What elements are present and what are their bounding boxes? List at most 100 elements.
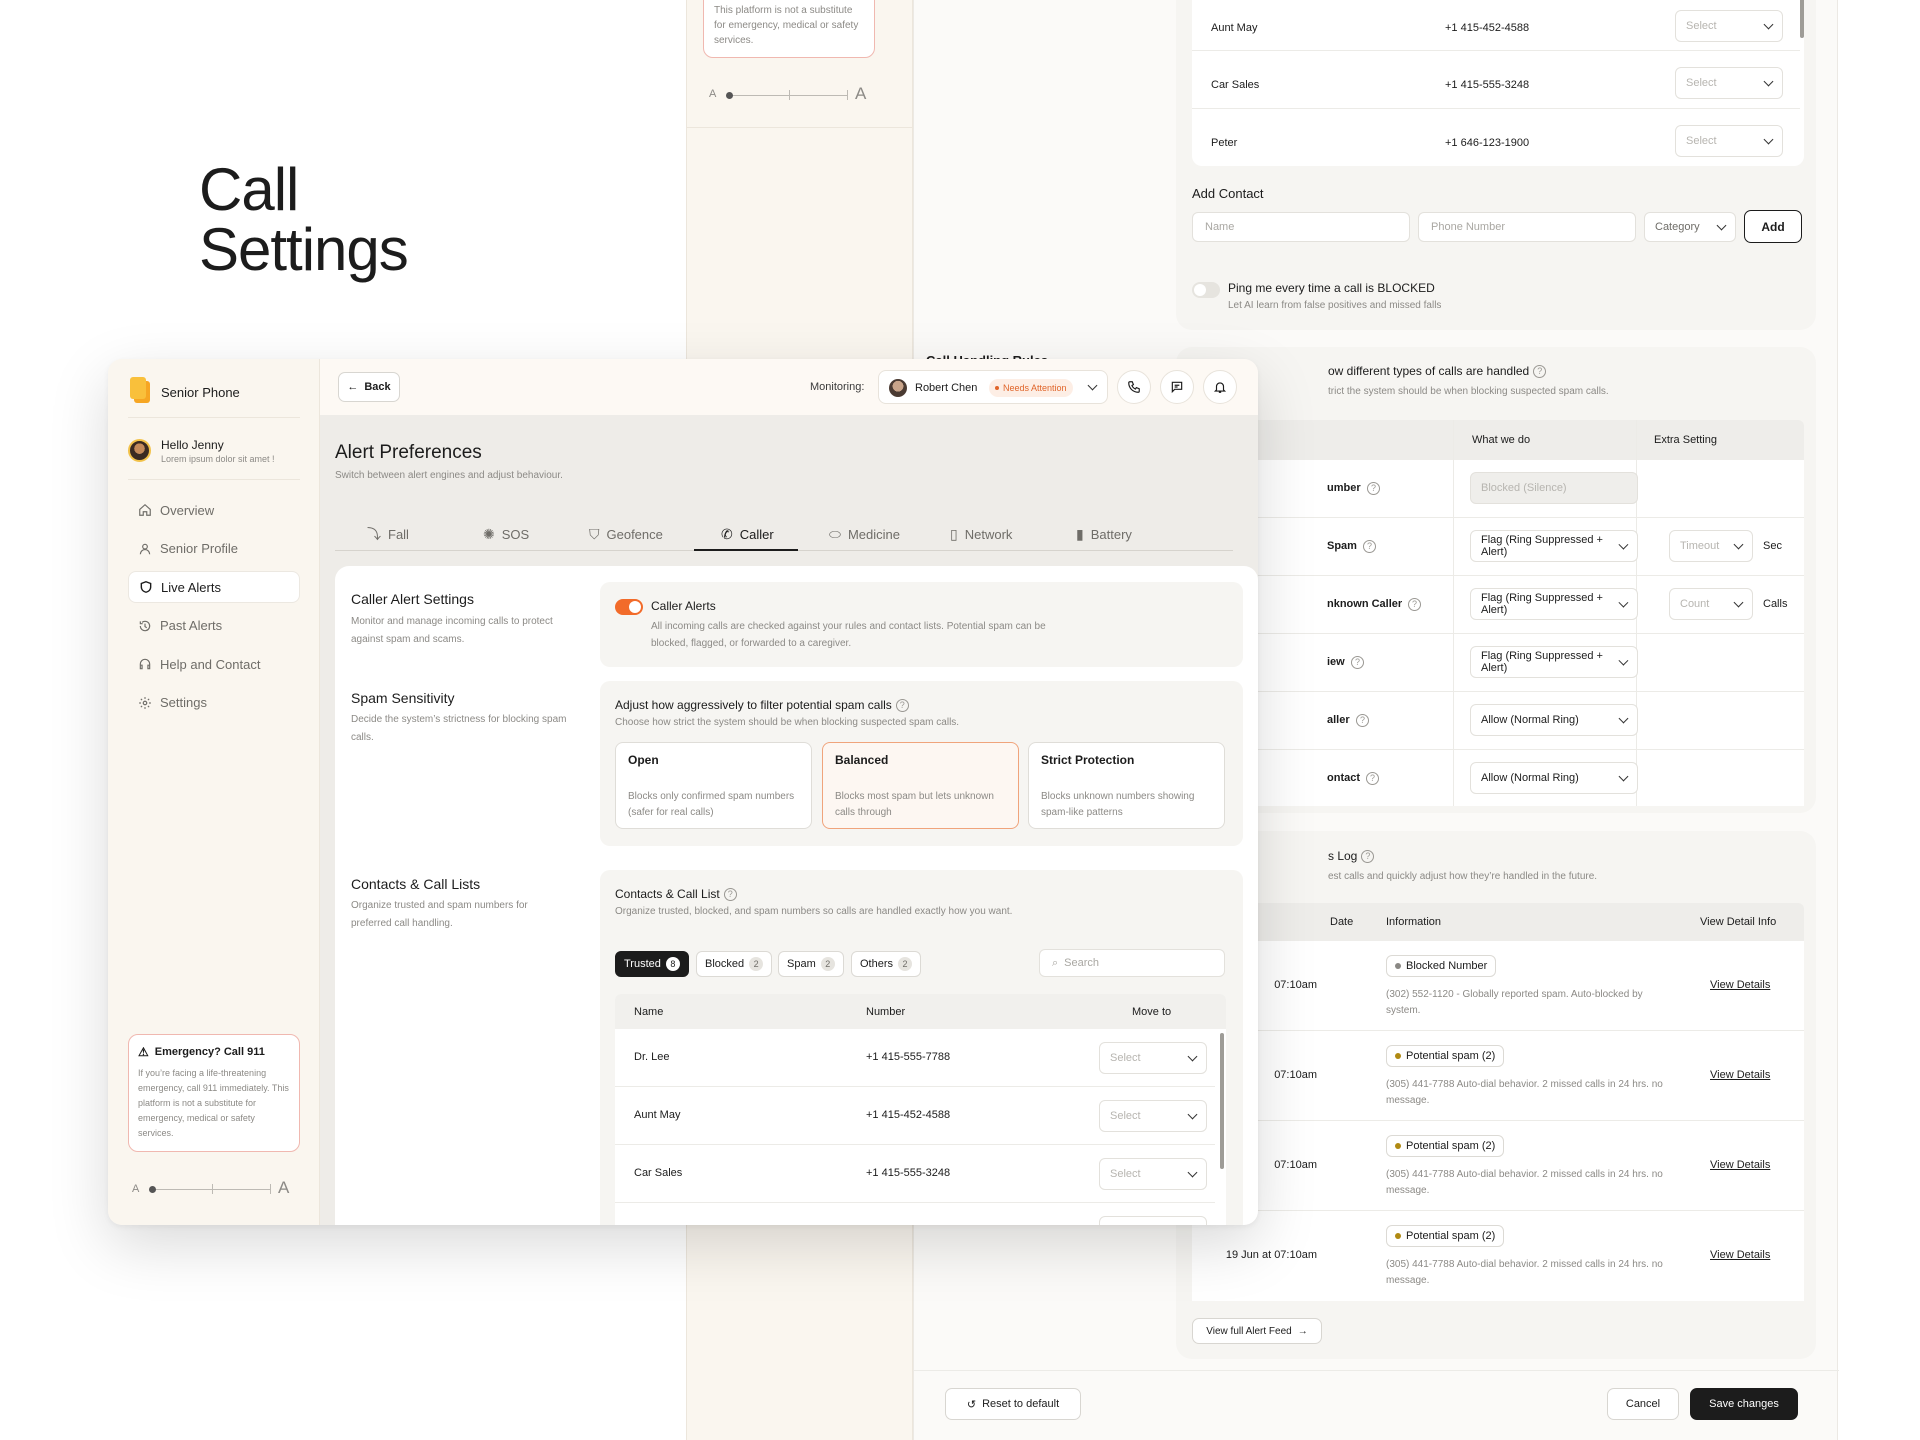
- call-action-select[interactable]: Allow (Normal Ring): [1470, 762, 1638, 794]
- view-details-link[interactable]: View Details: [1710, 1069, 1770, 1081]
- sidebar-item-overview[interactable]: Overview: [128, 494, 300, 526]
- contact-row: Peter +1 646-123-1900 Select: [1192, 115, 1804, 172]
- help-icon[interactable]: ?: [1533, 365, 1547, 379]
- user-icon: [138, 542, 152, 556]
- filter-trusted[interactable]: Trusted 8: [615, 951, 689, 977]
- call-action-select[interactable]: Allow (Normal Ring): [1470, 704, 1638, 736]
- history-icon: [138, 619, 152, 633]
- help-icon[interactable]: ?: [1356, 714, 1369, 727]
- count-badge: 2: [898, 957, 913, 971]
- rule-row: ontact? Allow (Normal Ring): [1192, 750, 1804, 808]
- move-to-select[interactable]: Select: [1099, 1042, 1207, 1074]
- filter-others[interactable]: Others 2: [851, 951, 922, 977]
- help-icon[interactable]: ?: [1361, 850, 1375, 864]
- help-icon[interactable]: ?: [895, 699, 909, 713]
- caller-settings-title: Caller Alert Settings: [351, 591, 474, 607]
- move-to-select[interactable]: Select: [1675, 125, 1783, 157]
- font-size-slider[interactable]: A A: [132, 1178, 292, 1200]
- reset-to-default-button[interactable]: ↺ Reset to default: [945, 1388, 1081, 1420]
- help-icon[interactable]: ?: [1351, 656, 1364, 669]
- phone-number-input[interactable]: Phone Number: [1418, 212, 1636, 242]
- sidebar-item-live-alerts[interactable]: Live Alerts: [128, 571, 300, 603]
- tab-geofence[interactable]: ⛉ Geofence: [589, 516, 663, 552]
- view-details-link[interactable]: View Details: [1710, 1249, 1770, 1261]
- hero-title: Call Settings: [199, 156, 409, 283]
- move-to-select[interactable]: [1099, 1216, 1207, 1225]
- spam-level-option[interactable]: Open Blocks only confirmed spam numbers (…: [615, 742, 812, 829]
- add-contact-button[interactable]: Add: [1744, 210, 1802, 243]
- tab-medicine[interactable]: ⬭ Medicine: [829, 516, 900, 552]
- font-size-slider[interactable]: A A: [709, 84, 869, 106]
- log-badge: Potential spam (2): [1386, 1225, 1505, 1247]
- sidebar-item-senior-profile[interactable]: Senior Profile: [128, 533, 300, 565]
- notifications-button[interactable]: [1203, 370, 1237, 404]
- sidebar-item-past-alerts[interactable]: Past Alerts: [128, 610, 300, 642]
- spam-level-option[interactable]: Balanced Blocks most spam but lets unknow…: [822, 742, 1019, 829]
- help-icon[interactable]: ?: [723, 888, 737, 902]
- spam-desc: Decide the system’s strictness for block…: [351, 714, 567, 743]
- search-icon: ⌕: [1052, 956, 1059, 969]
- home-icon: [138, 503, 152, 517]
- help-icon[interactable]: ?: [1363, 540, 1376, 553]
- tab-network[interactable]: ▯ Network: [950, 516, 1012, 552]
- view-details-link[interactable]: View Details: [1710, 979, 1770, 991]
- monitoring-select[interactable]: Robert Chen Needs Attention: [878, 370, 1108, 404]
- category-select[interactable]: Category: [1644, 212, 1736, 242]
- move-to-select[interactable]: Select: [1675, 10, 1783, 42]
- extra-setting-select[interactable]: Count: [1669, 588, 1753, 620]
- save-changes-button[interactable]: Save changes: [1690, 1388, 1798, 1420]
- geofence-shield-icon: ⛉: [589, 525, 600, 542]
- log-row: 07:10am Potential spam (2) (305) 441-7788 …: [1192, 1031, 1804, 1121]
- search-input[interactable]: ⌕ Search: [1039, 949, 1225, 977]
- filter-spam[interactable]: Spam 2: [778, 951, 844, 977]
- rule-row: Spam? Flag (Ring Suppressed + Alert) Timeo…: [1192, 518, 1804, 576]
- log-badge: Potential spam (2): [1386, 1045, 1505, 1067]
- ping-blocked-toggle[interactable]: [1192, 282, 1220, 298]
- call-action-select[interactable]: Flag (Ring Suppressed + Alert): [1470, 530, 1638, 562]
- extra-setting-select[interactable]: Timeout: [1669, 530, 1753, 562]
- siren-icon: ✺: [483, 525, 495, 542]
- tab-caller[interactable]: ✆ Caller: [721, 516, 774, 552]
- move-to-select[interactable]: Select: [1675, 67, 1783, 99]
- tab-fall[interactable]: ⤵ Fall: [367, 516, 409, 552]
- bell-icon: [1213, 382, 1227, 393]
- log-badge: Potential spam (2): [1386, 1135, 1505, 1157]
- name-input[interactable]: Name: [1192, 212, 1410, 242]
- chevron-down-icon: [1187, 1109, 1198, 1119]
- move-to-select[interactable]: Select: [1099, 1100, 1207, 1132]
- contacts-scrollbar[interactable]: [1220, 1033, 1224, 1169]
- chevron-down-icon: [1733, 539, 1744, 549]
- help-icon[interactable]: ?: [1366, 772, 1379, 785]
- rule-row: nknown Caller? Flag (Ring Suppressed + Al…: [1192, 576, 1804, 634]
- page-subtitle: Switch between alert engines and adjust …: [335, 470, 563, 481]
- arrow-left-icon: ←: [347, 381, 359, 393]
- view-details-link[interactable]: View Details: [1710, 1159, 1770, 1171]
- cancel-button[interactable]: Cancel: [1607, 1388, 1679, 1420]
- rule-row: umber? Blocked (Silence): [1192, 460, 1804, 518]
- tab-battery[interactable]: ▮ Battery: [1076, 516, 1132, 552]
- help-icon[interactable]: ?: [1367, 482, 1380, 495]
- avatar: [128, 439, 151, 462]
- log-row: 07:10am Blocked Number (302) 552-1120 - Gl…: [1192, 941, 1804, 1031]
- message-button[interactable]: [1160, 370, 1194, 404]
- back-button[interactable]: ← Back: [338, 372, 400, 402]
- filter-blocked[interactable]: Blocked 2: [696, 951, 773, 977]
- tab-sos[interactable]: ✺ SOS: [483, 516, 529, 552]
- user-sub: Lorem ipsum dolor sit amet !: [161, 454, 275, 464]
- call-action-select[interactable]: Flag (Ring Suppressed + Alert): [1470, 646, 1638, 678]
- phone-button[interactable]: [1117, 370, 1151, 404]
- sidebar-item-help-and-contact[interactable]: Help and Contact: [128, 648, 300, 680]
- call-action-select[interactable]: Flag (Ring Suppressed + Alert): [1470, 588, 1638, 620]
- move-to-select[interactable]: Select: [1099, 1158, 1207, 1190]
- spam-level-option[interactable]: Strict Protection Blocks unknown numbers …: [1028, 742, 1225, 829]
- chevron-down-icon: [1618, 771, 1629, 781]
- caller-alerts-toggle[interactable]: [615, 599, 643, 615]
- sidebar-item-settings[interactable]: Settings: [128, 687, 300, 719]
- device-icon: ▯: [950, 525, 958, 542]
- arrow-right-icon: →: [1297, 1325, 1308, 1337]
- help-icon[interactable]: ?: [1408, 598, 1421, 611]
- call-action-select[interactable]: Blocked (Silence): [1470, 472, 1638, 504]
- contacts-title: Contacts & Call Lists: [351, 876, 481, 892]
- reset-icon: ↺: [966, 1398, 977, 1411]
- view-full-alert-feed-button[interactable]: View full Alert Feed →: [1192, 1318, 1322, 1344]
